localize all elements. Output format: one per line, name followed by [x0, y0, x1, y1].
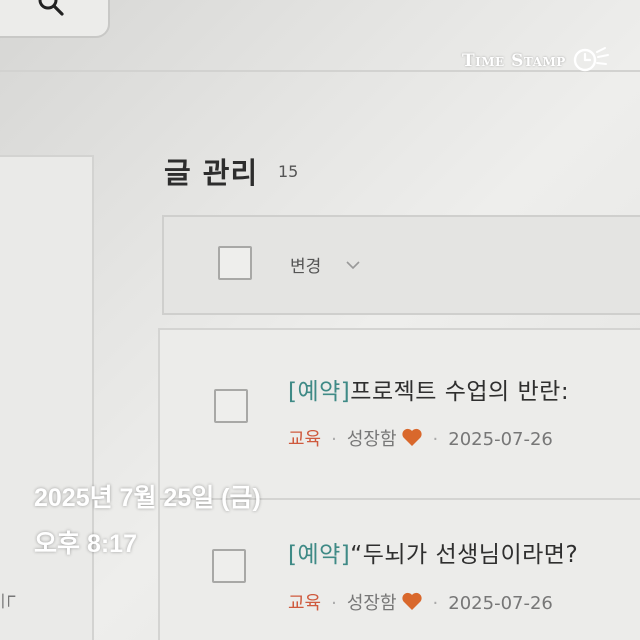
- search-box[interactable]: [0, 0, 110, 38]
- select-all-checkbox[interactable]: [218, 246, 252, 280]
- separator-dot: ·: [331, 429, 337, 450]
- sidebar-partial-text: 느: [0, 593, 21, 610]
- post-tag: [예약]: [288, 379, 351, 405]
- post-checkbox[interactable]: [212, 549, 246, 583]
- timestamp-date: 2025년 7월 25일 (금): [34, 484, 261, 512]
- clock-icon: [572, 44, 612, 78]
- post-meta: 교육 · 성장함 · 2025-07-26: [288, 589, 553, 616]
- separator-dot: ·: [331, 593, 337, 614]
- chevron-down-icon[interactable]: [345, 256, 361, 275]
- post-author: 성장함: [346, 429, 397, 450]
- separator-dot: ·: [432, 429, 439, 450]
- post-title-link[interactable]: [예약]“두뇌가 선생님이라면?: [288, 535, 578, 569]
- post-title-link[interactable]: [예약]프로젝트 수업의 반란:: [288, 372, 569, 406]
- post-title: 프로젝트 수업의 반란:: [350, 379, 570, 405]
- post-date: 2025-07-26: [448, 593, 553, 614]
- post-category[interactable]: 교육: [288, 593, 321, 614]
- timestamp-logo-text: Time Stamp: [462, 51, 566, 71]
- change-dropdown[interactable]: 변경: [290, 252, 321, 277]
- page-title: 글 관리: [164, 156, 259, 190]
- sidebar-panel: [0, 155, 94, 640]
- post-count: 15: [278, 162, 299, 181]
- timestamp-logo: Time Stamp: [462, 46, 612, 76]
- post-tag: [예약]: [288, 542, 351, 568]
- post-date: 2025-07-26: [448, 429, 553, 450]
- post-checkbox[interactable]: [214, 389, 248, 423]
- timestamp-time: 오후 8:17: [34, 530, 137, 558]
- heart-icon: [401, 427, 423, 452]
- post-category[interactable]: 교육: [288, 429, 321, 450]
- separator-dot: ·: [432, 593, 439, 614]
- heart-icon: [401, 591, 423, 616]
- search-icon[interactable]: [36, 0, 66, 22]
- post-author: 성장함: [346, 593, 397, 614]
- post-title: “두뇌가 선생님이라면?: [350, 542, 579, 568]
- post-meta: 교육 · 성장함 · 2025-07-26: [288, 425, 553, 452]
